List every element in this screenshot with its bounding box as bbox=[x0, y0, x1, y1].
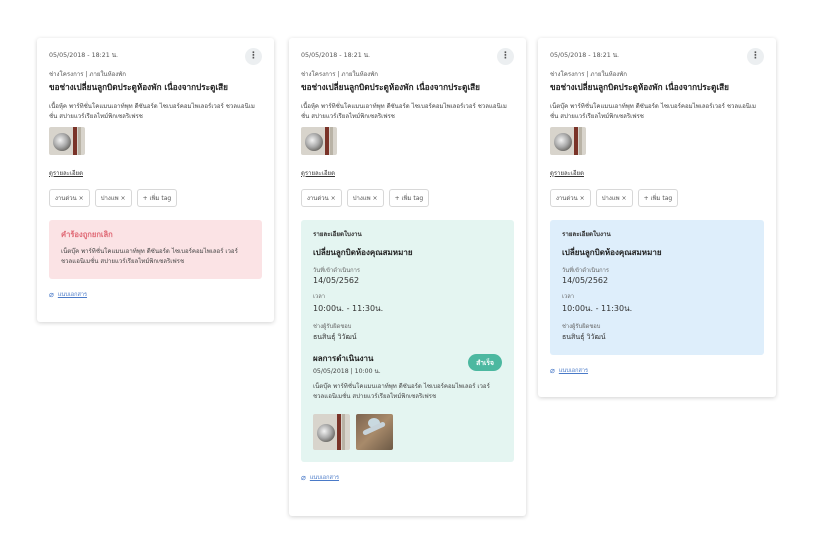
door-knob-photo[interactable] bbox=[301, 127, 337, 155]
attach-document[interactable]: ⌀ แนบเอกสาร bbox=[49, 290, 262, 299]
card-photos bbox=[301, 127, 514, 155]
job-date-value: 14/05/2562 bbox=[313, 276, 360, 285]
tag-location[interactable]: ปางแพ × bbox=[94, 189, 132, 207]
add-tag-button[interactable]: + เพิ่ม tag bbox=[637, 189, 679, 207]
cancel-panel: คำร้องถูกยกเลิก เน็ตบุ๊ค พาร์ทิชั่นโคแมน… bbox=[49, 220, 262, 279]
tag-location[interactable]: ปางแพ × bbox=[595, 189, 633, 207]
job-title: เปลี่ยนลูกบิดห้องคุณสมหมาย bbox=[313, 248, 413, 257]
cancel-panel-title: คำร้องถูกยกเลิก bbox=[61, 230, 113, 239]
tag-urgent[interactable]: งานด่วน × bbox=[301, 189, 342, 207]
tag-list: งานด่วน × ปางแพ × + เพิ่ม tag bbox=[550, 189, 764, 207]
card-description: เนื้อหุ้ค พาร์ทิชั่นโคแมนเอาท์พุท ดีซันอ… bbox=[301, 103, 507, 120]
more-vert-icon[interactable]: ⋮ bbox=[497, 48, 514, 65]
card-photos bbox=[49, 127, 262, 155]
paperclip-icon: ⌀ bbox=[301, 473, 306, 482]
tag-urgent[interactable]: งานด่วน × bbox=[550, 189, 591, 207]
more-vert-icon[interactable]: ⋮ bbox=[747, 48, 764, 65]
job-tech-value: ธนสินธุ์ วิวัฒน์ bbox=[562, 333, 606, 341]
more-vert-icon[interactable]: ⋮ bbox=[245, 48, 262, 65]
job-time-label: เวลา bbox=[313, 294, 326, 300]
tag-list: งานด่วน × ปางแพ × + เพิ่ม tag bbox=[49, 189, 262, 207]
cancel-panel-text: เน็ตบุ๊ค พาร์ทิชั่นโคแมนเอาท์พุท ดีซันอร… bbox=[61, 248, 238, 265]
job-date-value: 14/05/2562 bbox=[562, 276, 609, 285]
card-photos bbox=[550, 127, 764, 155]
paperclip-icon: ⌀ bbox=[49, 290, 54, 299]
attach-label[interactable]: แนบเอกสาร bbox=[58, 291, 87, 299]
job-time-value: 10:00น. - 11:30น. bbox=[562, 304, 633, 313]
job-header: รายละเอียดใบงาน bbox=[562, 231, 611, 238]
request-card-completed: 05/05/2018 - 18:21 น. ⋮ ช่างโครงการ | ภา… bbox=[289, 38, 526, 516]
attach-document[interactable]: ⌀ แนบเอกสาร bbox=[301, 473, 514, 482]
detail-link[interactable]: ดูรายละเอียด bbox=[301, 168, 335, 178]
door-handle-photo[interactable] bbox=[356, 414, 393, 450]
job-tech-label: ช่างผู้รับผิดชอบ bbox=[313, 324, 352, 330]
attach-label[interactable]: แนบเอกสาร bbox=[559, 367, 588, 375]
result-header: ผลการดำเนินงาน 05/05/2018 | 10:00 น. สำเ… bbox=[313, 352, 502, 376]
job-time-label: เวลา bbox=[562, 294, 575, 300]
job-title: เปลี่ยนลูกบิดห้องคุณสมหมาย bbox=[562, 248, 662, 257]
job-panel: รายละเอียดใบงาน เปลี่ยนลูกบิดห้องคุณสมหม… bbox=[550, 220, 764, 355]
status-badge: สำเร็จ bbox=[468, 354, 502, 371]
add-tag-button[interactable]: + เพิ่ม tag bbox=[136, 189, 178, 207]
tag-location[interactable]: ปางแพ × bbox=[346, 189, 384, 207]
add-tag-button[interactable]: + เพิ่ม tag bbox=[388, 189, 430, 207]
attach-label[interactable]: แนบเอกสาร bbox=[310, 474, 339, 482]
card-description: เนื้อหุ้ค พาร์ทิชั่นโคแมนเอาท์พุท ดีซันอ… bbox=[49, 103, 255, 120]
card-timestamp: 05/05/2018 - 18:21 น. bbox=[49, 52, 119, 59]
job-time-value: 10:00น. - 11:30น. bbox=[313, 304, 384, 313]
job-date-label: วันที่เข้าดำเนินการ bbox=[562, 268, 610, 274]
card-timestamp: 05/05/2018 - 18:21 น. bbox=[550, 52, 620, 59]
card-title: ขอช่างเปลี่ยนลูกบิดประตูห้องพัก เนื่องจา… bbox=[49, 82, 228, 92]
card-timestamp: 05/05/2018 - 18:21 น. bbox=[301, 52, 371, 59]
paperclip-icon: ⌀ bbox=[550, 366, 555, 375]
door-knob-photo[interactable] bbox=[550, 127, 586, 155]
job-result-panel: รายละเอียดใบงาน เปลี่ยนลูกบิดห้องคุณสมหม… bbox=[301, 220, 514, 462]
detail-link[interactable]: ดูรายละเอียด bbox=[550, 168, 584, 178]
job-date-label: วันที่เข้าดำเนินการ bbox=[313, 268, 361, 274]
tag-urgent[interactable]: งานด่วน × bbox=[49, 189, 90, 207]
door-knob-photo[interactable] bbox=[313, 414, 350, 450]
card-category: ช่างโครงการ | ภายในห้องพัก bbox=[301, 71, 378, 78]
attach-document[interactable]: ⌀ แนบเอกสาร bbox=[550, 366, 764, 375]
request-card-scheduled: 05/05/2018 - 18:21 น. ⋮ ช่างโครงการ | ภา… bbox=[538, 38, 776, 397]
request-card-cancelled: 05/05/2018 - 18:21 น. ⋮ ช่างโครงการ | ภา… bbox=[37, 38, 274, 322]
card-category: ช่างโครงการ | ภายในห้องพัก bbox=[49, 71, 126, 78]
detail-link[interactable]: ดูรายละเอียด bbox=[49, 168, 83, 178]
card-title: ขอช่างเปลี่ยนลูกบิดประตูห้องพัก เนื่องจา… bbox=[550, 82, 729, 92]
result-photos bbox=[313, 414, 502, 450]
card-description: เน็ตบุ๊ค พาร์ทิชั่นโคแมนเอาท์พุท ดีซันอร… bbox=[550, 103, 757, 120]
tag-list: งานด่วน × ปางแพ × + เพิ่ม tag bbox=[301, 189, 514, 207]
door-knob-photo[interactable] bbox=[49, 127, 85, 155]
job-tech-label: ช่างผู้รับผิดชอบ bbox=[562, 324, 601, 330]
job-header: รายละเอียดใบงาน bbox=[313, 231, 362, 238]
card-category: ช่างโครงการ | ภายในห้องพัก bbox=[550, 71, 627, 78]
card-title: ขอช่างเปลี่ยนลูกบิดประตูห้องพัก เนื่องจา… bbox=[301, 82, 480, 92]
result-text: เน็ตบุ๊ค พาร์ทิชั่นโคแมนเอาท์พุท ดีซันอร… bbox=[313, 383, 490, 400]
job-tech-value: ธนสินธุ์ วิวัฒน์ bbox=[313, 333, 357, 341]
